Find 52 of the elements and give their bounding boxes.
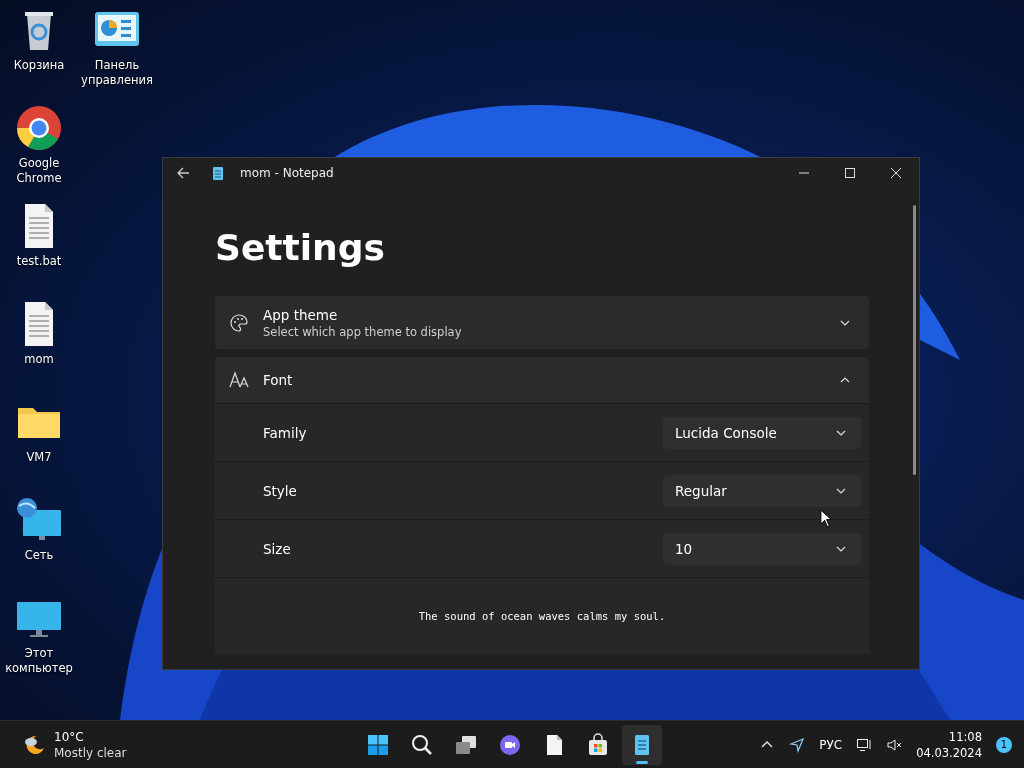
- desktop-icon-label: Google Chrome: [15, 156, 63, 186]
- windows-logo-icon: [366, 732, 390, 757]
- desktop-icon-label: VM7: [25, 450, 53, 465]
- desktop-icon[interactable]: Панель управления: [78, 6, 156, 88]
- desktop-icon-label: Корзина: [12, 58, 66, 73]
- dropdown[interactable]: 10: [663, 532, 861, 565]
- setting-label: Style: [263, 482, 297, 499]
- desktop-icon-label: Сеть: [23, 548, 55, 563]
- desktop-icon-label: Панель управления: [80, 58, 154, 88]
- chat-icon: [498, 732, 522, 757]
- window-title: mom - Notepad: [240, 166, 334, 180]
- desktop-icon[interactable]: Этот компьютер: [0, 594, 78, 676]
- clock[interactable]: 11:08 04.03.2024: [916, 728, 982, 761]
- desktop-icon-label: test.bat: [15, 254, 63, 269]
- section-title: App theme: [263, 306, 339, 323]
- taskbar-app[interactable]: [622, 724, 662, 765]
- dropdown[interactable]: Lucida Console: [663, 416, 861, 449]
- back-arrow-icon[interactable]: [175, 165, 191, 181]
- desktop-icon[interactable]: Google Chrome: [0, 104, 78, 186]
- font-preview-text: The sound of ocean waves calms my soul.: [418, 610, 666, 622]
- settings-heading: Settings: [215, 226, 386, 270]
- section-subtitle: Select which app theme to display: [263, 324, 463, 339]
- setting-label: Size: [263, 540, 291, 557]
- store-bag-icon: [586, 732, 610, 757]
- notification-badge[interactable]: 1: [996, 736, 1012, 753]
- desktop-icon[interactable]: VM7: [0, 398, 78, 465]
- settings-expander[interactable]: Font: [215, 357, 869, 403]
- desktop-icon[interactable]: test.bat: [0, 202, 78, 269]
- location-arrow-icon[interactable]: [789, 736, 806, 753]
- desktop-icon-label: mom: [23, 352, 55, 367]
- desktop-icon[interactable]: mom: [0, 300, 78, 367]
- settings-expander[interactable]: App theme Select which app theme to display: [215, 296, 869, 349]
- scrollbar[interactable]: [913, 205, 916, 475]
- desktop-icon[interactable]: Корзина: [0, 6, 78, 73]
- mouse-pointer-icon: [820, 509, 833, 528]
- weather-widget[interactable]: 10°C Mostly clear: [18, 726, 131, 763]
- language-indicator[interactable]: РУС: [819, 737, 843, 752]
- chrome-icon: [15, 104, 63, 152]
- speaker-muted-icon[interactable]: [886, 736, 903, 753]
- section-title: Font: [263, 372, 294, 388]
- weather-condition: Mostly clear: [54, 744, 127, 761]
- desktop-icon-label: Этот компьютер: [4, 646, 74, 676]
- active-indicator: [636, 760, 648, 764]
- search-icon: [410, 732, 434, 757]
- palette-icon: [229, 312, 249, 333]
- dropdown[interactable]: Regular: [663, 474, 861, 507]
- setting-label: Family: [263, 424, 307, 441]
- desktop-icon[interactable]: Сеть: [0, 496, 78, 563]
- font-icon: [229, 370, 249, 390]
- notepad-icon: [210, 165, 226, 181]
- temperature: 10°C: [54, 728, 85, 745]
- network-monitor-icon[interactable]: [856, 736, 873, 753]
